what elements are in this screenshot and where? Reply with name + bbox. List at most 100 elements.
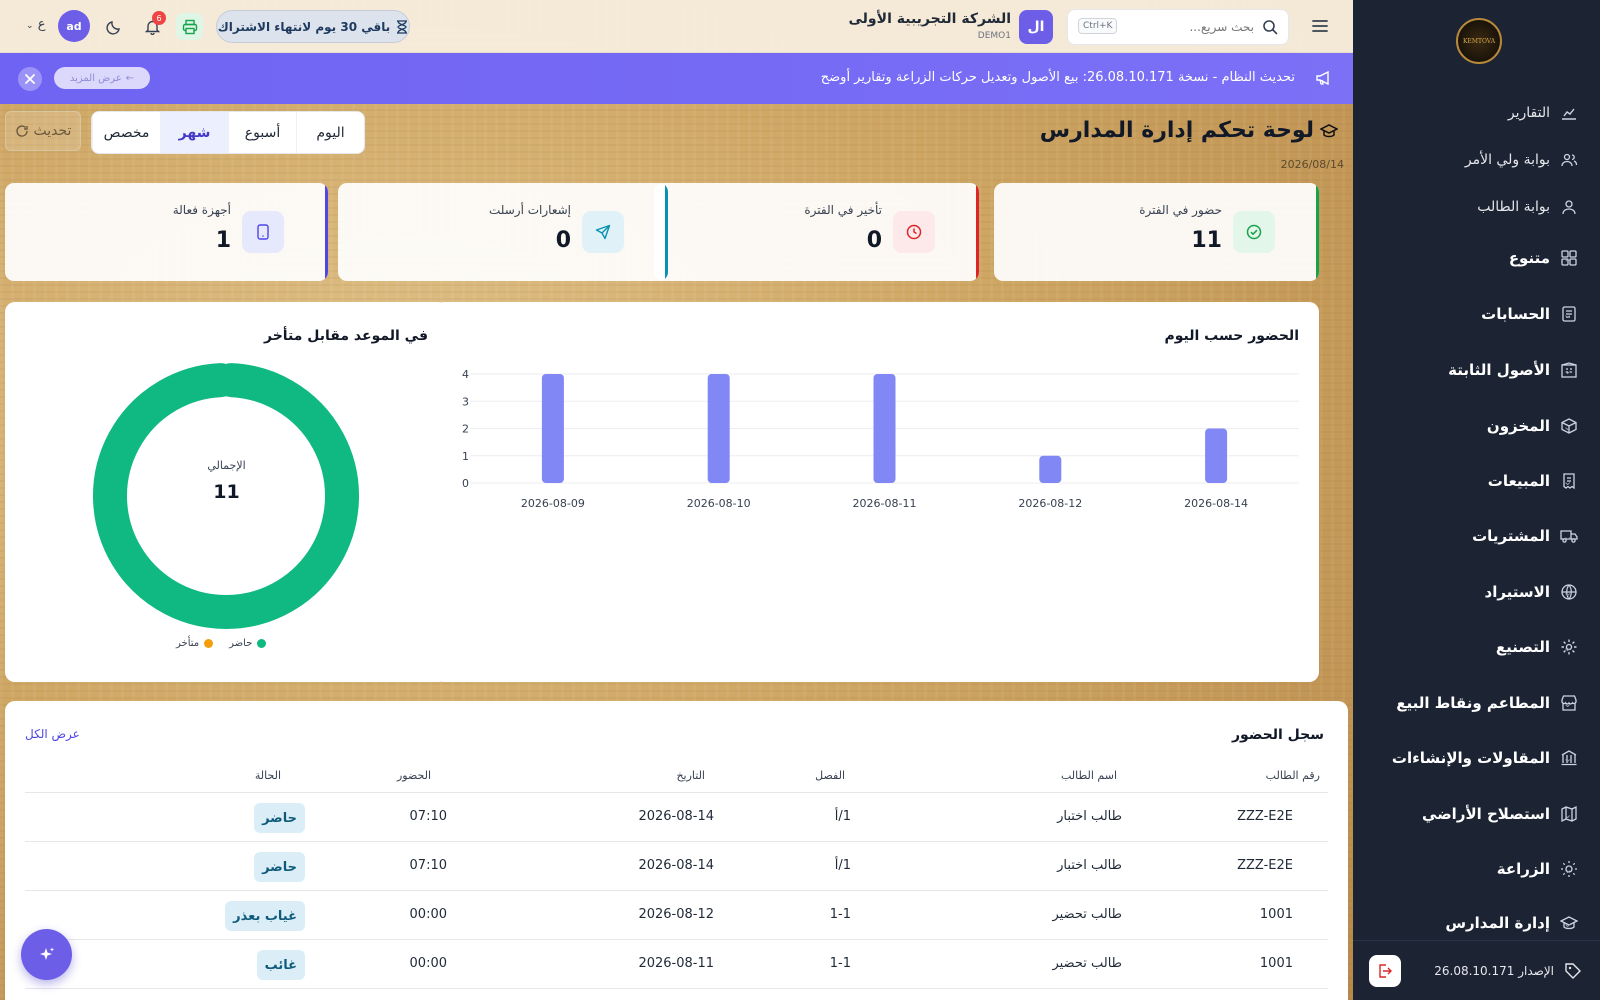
period-month[interactable]: شهر bbox=[160, 112, 228, 153]
theme-toggle[interactable] bbox=[100, 13, 127, 40]
x-tick-label: 2026-08-12 bbox=[1018, 497, 1082, 510]
x-tick-label: 2026-08-11 bbox=[853, 497, 917, 510]
chevron-down-icon: ⌄ bbox=[1563, 807, 1573, 821]
ai-assistant-button[interactable] bbox=[21, 929, 72, 980]
sidebar-item-label: إدارة المدارس bbox=[1445, 914, 1550, 932]
company-avatar[interactable]: ال bbox=[1019, 10, 1053, 44]
chevron-down-icon: ⌄ bbox=[1563, 751, 1573, 765]
chevron-down-icon: ⌄ bbox=[1563, 529, 1573, 543]
search-input[interactable] bbox=[1134, 20, 1254, 34]
table-row bbox=[25, 988, 1328, 1000]
chevron-down-icon: ⌄ bbox=[26, 21, 34, 31]
sidebar-item-label: المقاولات والإنشاءات bbox=[1391, 749, 1550, 767]
sidebar-item-14[interactable]: الزراعة ⌄ bbox=[1353, 849, 1600, 889]
kpi-accent bbox=[1316, 183, 1319, 281]
kpi-value: 1 bbox=[215, 228, 231, 253]
kpi-attendance: حضور في الفترة 11 bbox=[994, 183, 1319, 281]
search-icon bbox=[1263, 20, 1278, 35]
sidebar-item-4[interactable]: الحسابات ⌄ bbox=[1353, 294, 1600, 334]
bar[interactable] bbox=[1039, 455, 1062, 483]
bar[interactable] bbox=[1205, 428, 1228, 484]
legend-present-label: حاضر bbox=[229, 638, 253, 649]
donut-center-value: 11 bbox=[213, 481, 240, 503]
check-circle-icon bbox=[1233, 211, 1275, 253]
refresh-button[interactable]: تحديث bbox=[5, 111, 81, 151]
table-row[interactable]: 1001 طالب تحضير 1-1 2026-08-12 00:00 غيا… bbox=[25, 890, 1328, 939]
banner-more-button[interactable]: ← عرض المزيد bbox=[54, 67, 150, 89]
banner-more-label: عرض المزيد bbox=[69, 72, 122, 84]
cell-student-id: 1001 bbox=[1259, 907, 1293, 922]
sidebar-item-12[interactable]: المقاولات والإنشاءات ⌄ bbox=[1353, 738, 1600, 778]
bar[interactable] bbox=[541, 374, 564, 483]
y-tick-label: 4 bbox=[462, 368, 469, 381]
sidebar-footer: الإصدار 26.08.10.171 bbox=[1353, 940, 1600, 1000]
menu-icon[interactable] bbox=[1311, 17, 1329, 35]
cell-class: 1/أ bbox=[834, 858, 851, 873]
sidebar-item-7[interactable]: المبيعات ⌄ bbox=[1353, 461, 1600, 501]
status-badge: غائب bbox=[256, 950, 305, 980]
send-icon bbox=[582, 211, 624, 253]
y-tick-label: 3 bbox=[462, 395, 469, 408]
arrow-left-icon: ← bbox=[125, 72, 135, 84]
sidebar-item-0[interactable]: التقارير bbox=[1353, 93, 1600, 133]
attendance-title: سجل الحضور bbox=[1231, 727, 1324, 743]
period-selector: اليوم أسبوع شهر مخصص bbox=[91, 111, 365, 154]
top-bar: Ctrl+K ال الشركة التجريبية الأولى DEMO1 … bbox=[0, 0, 1353, 53]
period-custom[interactable]: مخصص bbox=[92, 112, 160, 153]
cell-class: 1-1 bbox=[829, 956, 851, 971]
chevron-down-icon: ⌄ bbox=[1563, 251, 1573, 265]
clock-icon bbox=[893, 211, 935, 253]
cell-time: 00:00 bbox=[409, 907, 447, 922]
sidebar-item-15[interactable]: إدارة المدارس ⌄ bbox=[1353, 905, 1600, 941]
sidebar-item-5[interactable]: الأصول الثابتة ⌄ bbox=[1353, 350, 1600, 390]
sidebar-item-label: التصنيع bbox=[1495, 638, 1550, 656]
company-logo[interactable]: KEMTOVA bbox=[1456, 18, 1502, 64]
sidebar-item-13[interactable]: استصلاح الأراضي ⌄ bbox=[1353, 794, 1600, 834]
col-student-name: اسم الطالب bbox=[1060, 769, 1117, 782]
sidebar-item-label: بوابة ولي الأمر bbox=[1464, 152, 1550, 168]
y-tick-label: 1 bbox=[462, 450, 469, 463]
logout-button[interactable] bbox=[1369, 955, 1401, 987]
tag-icon bbox=[1565, 962, 1581, 979]
language-switcher[interactable]: ع ⌄ bbox=[26, 17, 45, 32]
sidebar-item-10[interactable]: التصنيع ⌄ bbox=[1353, 627, 1600, 667]
table-row[interactable]: 1001 طالب تحضير 1-1 2026-08-11 00:00 غائ… bbox=[25, 939, 1328, 988]
sidebar-item-label: المشتريات bbox=[1472, 527, 1550, 545]
legend-late[interactable]: متأخر bbox=[176, 638, 214, 649]
chevron-down-icon: ⌄ bbox=[1563, 585, 1573, 599]
period-today[interactable]: اليوم bbox=[296, 112, 364, 153]
sidebar-item-8[interactable]: المشتريات ⌄ bbox=[1353, 516, 1600, 556]
print-button[interactable] bbox=[176, 13, 203, 40]
sidebar-item-11[interactable]: المطاعم ونقاط البيع ⌄ bbox=[1353, 683, 1600, 723]
period-week[interactable]: أسبوع bbox=[228, 112, 296, 153]
x-tick-label: 2026-08-14 bbox=[1184, 497, 1248, 510]
chevron-down-icon: ⌄ bbox=[1563, 363, 1573, 377]
subscription-badge[interactable]: باقي 30 يوم لانتهاء الاشتراك bbox=[216, 10, 410, 43]
banner-close-button[interactable] bbox=[18, 67, 42, 91]
cell-student-id: ZZZ-E2E bbox=[1237, 858, 1293, 873]
bar[interactable] bbox=[873, 374, 896, 483]
company-name[interactable]: الشركة التجريبية الأولى bbox=[849, 11, 1011, 27]
status-badge: حاضر bbox=[254, 803, 305, 833]
user-avatar[interactable]: ad bbox=[58, 10, 90, 42]
page-title-text: لوحة تحكم إدارة المدارس bbox=[1039, 118, 1314, 143]
sidebar-item-3[interactable]: متنوع ⌄ bbox=[1353, 238, 1600, 278]
legend-present[interactable]: حاضر bbox=[229, 638, 267, 649]
search-box[interactable]: Ctrl+K bbox=[1067, 9, 1289, 45]
search-shortcut-hint: Ctrl+K bbox=[1078, 18, 1118, 34]
notifications-button[interactable]: 6 bbox=[139, 11, 166, 40]
cell-student-name: طالب تحضير bbox=[1052, 956, 1122, 971]
bar[interactable] bbox=[707, 374, 730, 483]
sidebar-item-2[interactable]: بوابة الطالب bbox=[1353, 187, 1600, 227]
legend-dot-late bbox=[204, 639, 214, 648]
sidebar-item-6[interactable]: المخزون ⌄ bbox=[1353, 406, 1600, 446]
table-row[interactable]: ZZZ-E2E طالب اختبار 1/أ 2026-08-14 07:10… bbox=[25, 792, 1328, 841]
sidebar-item-label: المخزون bbox=[1486, 417, 1550, 435]
kpi-label: حضور في الفترة bbox=[1139, 203, 1222, 217]
view-all-link[interactable]: عرض الكل bbox=[25, 727, 80, 741]
hourglass-icon bbox=[397, 19, 408, 34]
sidebar-item-9[interactable]: الاستيراد ⌄ bbox=[1353, 572, 1600, 612]
banner-message: تحديث النظام - نسخة 26.08.10.171: بيع ال… bbox=[820, 70, 1295, 85]
sidebar-item-1[interactable]: بوابة ولي الأمر bbox=[1353, 140, 1600, 180]
table-row[interactable]: ZZZ-E2E طالب اختبار 1/أ 2026-08-14 07:10… bbox=[25, 841, 1328, 890]
